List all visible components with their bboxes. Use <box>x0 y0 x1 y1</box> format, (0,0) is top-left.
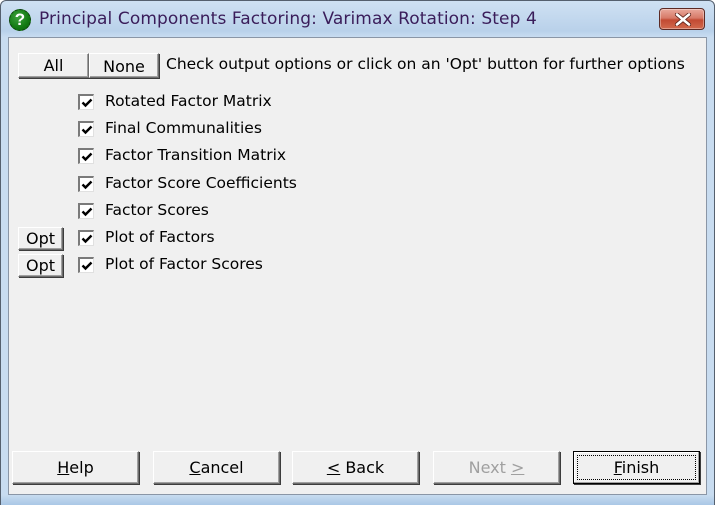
option-row: Opt Plot of Factors <box>1 227 421 251</box>
option-checkbox[interactable] <box>78 257 94 274</box>
next-button[interactable]: Next > <box>433 451 560 484</box>
option-label[interactable]: Plot of Factors <box>105 228 215 246</box>
option-row: Final Communalities <box>1 118 421 142</box>
close-button[interactable] <box>659 8 705 30</box>
help-label: Help <box>57 458 94 477</box>
option-label[interactable]: Factor Score Coefficients <box>105 174 297 192</box>
checkmark-icon <box>81 261 93 271</box>
select-none-button[interactable]: None <box>89 53 159 78</box>
help-button[interactable]: Help <box>12 451 139 484</box>
option-checkbox[interactable] <box>78 148 94 165</box>
option-label[interactable]: Factor Scores <box>105 201 209 219</box>
option-label[interactable]: Final Communalities <box>105 119 262 137</box>
checkmark-icon <box>81 180 93 189</box>
select-all-button[interactable]: All <box>18 53 89 78</box>
instruction-text: Check output options or click on an 'Opt… <box>166 55 685 73</box>
finish-label: Finish <box>613 458 660 477</box>
checkmark-icon <box>81 125 93 135</box>
opt-button-label: Opt <box>25 229 56 248</box>
back-button[interactable]: < Back <box>292 451 419 484</box>
close-x-icon <box>674 13 692 26</box>
option-row: Factor Scores <box>1 200 421 224</box>
help-question-icon: ? <box>9 9 31 31</box>
window-title: Principal Components Factoring: Varimax … <box>39 9 537 29</box>
option-row: Rotated Factor Matrix <box>1 91 421 115</box>
checkmark-icon <box>81 207 93 216</box>
window-bottom-frame <box>1 495 714 505</box>
dialog-window: ? Principal Components Factoring: Varima… <box>0 0 715 505</box>
option-row: Factor Transition Matrix <box>1 145 421 169</box>
next-label: Next > <box>468 458 525 477</box>
option-label[interactable]: Rotated Factor Matrix <box>105 92 272 110</box>
option-checkbox[interactable] <box>78 175 94 192</box>
checkmark-icon <box>81 234 93 244</box>
option-checkbox[interactable] <box>78 94 94 110</box>
option-label[interactable]: Plot of Factor Scores <box>105 255 263 273</box>
option-label[interactable]: Factor Transition Matrix <box>105 146 286 164</box>
checkmark-icon <box>81 153 93 162</box>
option-checkbox[interactable] <box>78 230 94 246</box>
select-none-label: None <box>103 57 145 76</box>
option-row: Opt Plot of Factor Scores <box>1 254 421 278</box>
checkmark-icon <box>81 98 93 108</box>
back-label: < Back <box>326 458 385 477</box>
option-row: Factor Score Coefficients <box>1 173 421 197</box>
opt-button[interactable]: Opt <box>18 254 63 278</box>
option-checkbox[interactable] <box>78 202 94 219</box>
opt-button[interactable]: Opt <box>18 227 63 250</box>
finish-button[interactable]: Finish <box>573 451 700 484</box>
opt-button-label: Opt <box>25 256 56 276</box>
select-all-label: All <box>43 56 64 75</box>
option-checkbox[interactable] <box>78 121 94 138</box>
cancel-label: Cancel <box>189 458 244 477</box>
cancel-button[interactable]: Cancel <box>153 451 280 484</box>
title-bar[interactable]: ? Principal Components Factoring: Varima… <box>1 1 714 37</box>
